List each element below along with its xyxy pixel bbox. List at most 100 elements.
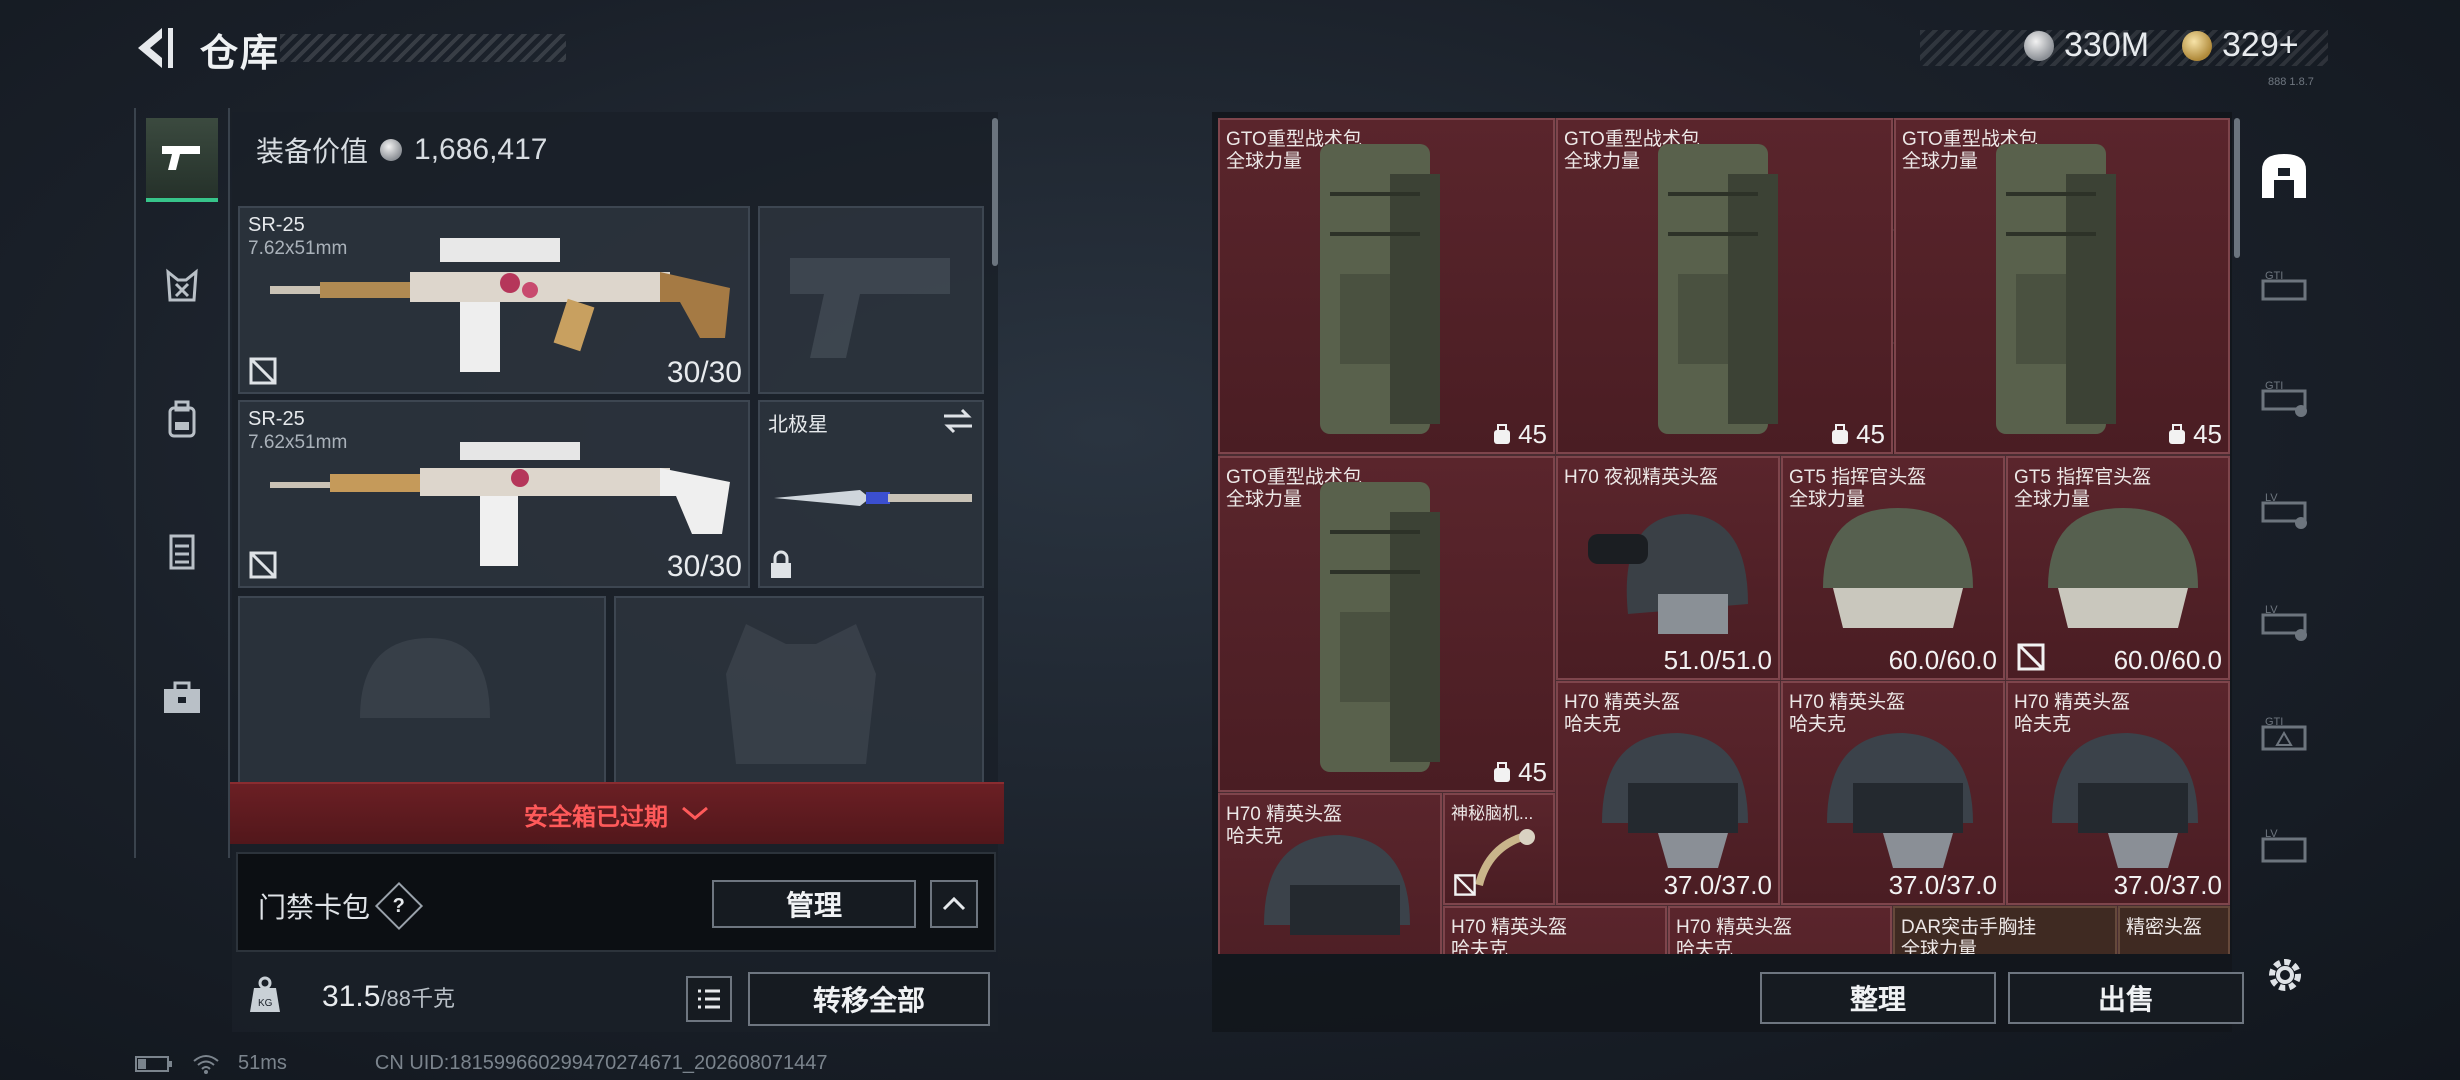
sort-button[interactable]: 整理 (1760, 972, 1996, 1024)
title-decoration (280, 34, 566, 62)
knife-image (774, 490, 972, 506)
sidebar-item-backpack[interactable] (146, 380, 218, 460)
help-icon[interactable]: ? (374, 881, 424, 931)
pistol-silhouette-icon (790, 258, 950, 358)
sidebar-item-armor[interactable] (146, 512, 218, 592)
transfer-all-button[interactable]: 转移全部 (748, 972, 990, 1026)
stash-item-backpack[interactable]: GTO重型战术包 全球力量 45 (1218, 456, 1555, 792)
stash-item-helmet[interactable]: H70 精英头盔 哈夫克 37.0/37.0 (1556, 681, 1780, 905)
gti-container-3-icon[interactable]: GTI (2254, 704, 2314, 764)
backpack-image (1996, 144, 2116, 434)
gti-container-icon: GTI (2261, 270, 2307, 301)
weapon-slot-pistol[interactable] (758, 206, 984, 394)
keycard-bag-label: 门禁卡包 (258, 892, 371, 923)
armor-slot[interactable] (614, 596, 984, 786)
stash-item-helmet[interactable]: 精密头盔 (2118, 906, 2230, 954)
stash-item-helmet[interactable]: GT5 指挥官头盔 全球力量 60.0/60.0 (1781, 456, 2005, 680)
capacity-icon (2169, 423, 2186, 444)
category-sidebar (134, 108, 230, 858)
ping-text: 51ms (238, 1052, 287, 1074)
gti-container-2-icon[interactable]: GTI (2254, 368, 2314, 428)
equipment-value: 装备价值 1,686,417 (256, 130, 547, 170)
secure-box-expired-bar[interactable]: 安全箱已过期 (230, 782, 1004, 844)
lv-container-icon[interactable]: LV (2254, 480, 2314, 540)
no-insure-icon (249, 357, 277, 385)
gold-currency[interactable]: 329+ (2182, 26, 2299, 65)
h70-helmet-image (2052, 733, 2198, 868)
stash-scrollbar[interactable] (2234, 118, 2240, 258)
list-view-button[interactable] (686, 976, 732, 1022)
h70-helmet-image (1602, 733, 1748, 868)
pistol-icon (162, 146, 200, 170)
swap-icon[interactable] (942, 408, 974, 434)
sell-button[interactable]: 出售 (2008, 972, 2244, 1024)
gti-container-icon[interactable]: GTI (2254, 258, 2314, 318)
item-durability: 51.0/51.0 (1663, 645, 1772, 675)
stash-item-helmet[interactable]: H70 夜视精英头盔 51.0/51.0 (1556, 456, 1780, 680)
svg-text:GTI: GTI (2265, 716, 2283, 728)
item-durability: 37.0/37.0 (2113, 870, 2222, 900)
item-capacity: 45 (1492, 757, 1547, 788)
back-arrow-icon[interactable] (128, 22, 180, 74)
gold-amount: 329+ (2222, 26, 2299, 64)
stash-item-brain-device[interactable]: 神秘脑机... (1443, 793, 1555, 905)
chevron-down-icon (682, 806, 708, 820)
item-subtitle: 全球力量 (1226, 151, 1303, 172)
stash-item-backpack[interactable]: GTO重型战术包 全球力量 45 (1556, 118, 1893, 454)
weapon-slot-primary-1[interactable]: SR-25 7.62x51mm 30/30 (238, 206, 750, 394)
weapon-slot-primary-2[interactable]: SR-25 7.62x51mm 30/30 (238, 400, 750, 588)
stash-item-backpack[interactable]: GTO重型战术包 全球力量 45 (1894, 118, 2230, 454)
wifi-icon (193, 1054, 219, 1074)
backpack-icon (168, 400, 196, 438)
lock-icon (771, 550, 791, 578)
silver-currency[interactable]: 330M (2024, 26, 2149, 65)
sidebar-item-case[interactable] (146, 658, 218, 738)
helmet-silhouette-icon (360, 638, 490, 718)
item-subtitle: 全球力量 (1902, 151, 1979, 172)
manage-button[interactable]: 管理 (712, 880, 916, 928)
lv-container-2-icon[interactable]: LV (2254, 592, 2314, 652)
silver-coin-icon (2024, 30, 2054, 61)
gti-container-2-icon: GTI (2261, 380, 2307, 417)
weight-row: KG 31.5/88千克 转移全部 (232, 962, 998, 1032)
stash-item-helmet[interactable]: H70 精英头盔 哈夫克 37.0/37.0 (2006, 681, 2230, 905)
settings-gear-icon[interactable] (2262, 952, 2308, 998)
capacity-icon (1832, 423, 1849, 444)
lv-container-3-icon[interactable]: LV (2254, 816, 2314, 876)
stash-item-helmet[interactable]: H70 精英头盔 哈夫克 (1668, 906, 1892, 954)
sidebar-item-rig[interactable] (146, 246, 218, 326)
weapon-ammo: 30/30 (666, 550, 742, 583)
stash-item-chest-rig[interactable]: DAR突击手胸挂 全球力量 (1893, 906, 2117, 954)
no-insure-icon (249, 551, 277, 579)
stash-item-helmet[interactable]: GT5 指挥官头盔 全球力量 60.0/60.0 (2006, 456, 2230, 680)
stash-home-icon (2262, 154, 2306, 198)
equipment-scrollbar[interactable] (992, 118, 998, 266)
item-durability: 37.0/37.0 (1888, 870, 1997, 900)
gt5-helmet-image (2048, 508, 2198, 628)
chest-rig-icon (166, 268, 198, 302)
sidebar-item-weapon[interactable] (146, 118, 218, 202)
stash-home-icon[interactable] (2254, 146, 2314, 206)
stash-item-helmet[interactable]: H70 精英头盔 哈夫克 (1218, 793, 1442, 954)
stash-item-backpack[interactable]: GTO重型战术包 全球力量 45 (1218, 118, 1555, 454)
item-durability: 60.0/60.0 (1888, 645, 1997, 675)
svg-text:LV: LV (2265, 828, 2278, 840)
gti-container-3-icon: GTI (2261, 716, 2307, 751)
stash-item-helmet[interactable]: H70 精英头盔 哈夫克 37.0/37.0 (1781, 681, 2005, 905)
equipment-value-amount: 1,686,417 (414, 133, 548, 166)
lv-container-3-icon: LV (2261, 828, 2307, 863)
keycard-bag-panel: 门禁卡包 ? 管理 (236, 852, 996, 952)
svg-text:KG: KG (258, 998, 273, 1009)
gt5-helmet-image (1823, 508, 1973, 628)
expired-text: 安全箱已过期 (524, 803, 668, 831)
vest-icon (169, 534, 195, 570)
svg-text:GTI: GTI (2265, 380, 2283, 392)
stash-grid: GTO重型战术包 全球力量 45 GTO重型战术包 全球力量 45 GTO重型战… (1218, 118, 2230, 954)
item-subtitle: 全球力量 (1901, 939, 1978, 954)
item-durability: 60.0/60.0 (2113, 645, 2222, 675)
item-capacity: 45 (1492, 419, 1547, 450)
stash-item-helmet[interactable]: H70 精英头盔 哈夫克 (1443, 906, 1667, 954)
helmet-slot[interactable] (238, 596, 606, 786)
weapon-slot-melee[interactable]: 北极星 (758, 400, 984, 588)
collapse-button[interactable] (930, 880, 978, 928)
